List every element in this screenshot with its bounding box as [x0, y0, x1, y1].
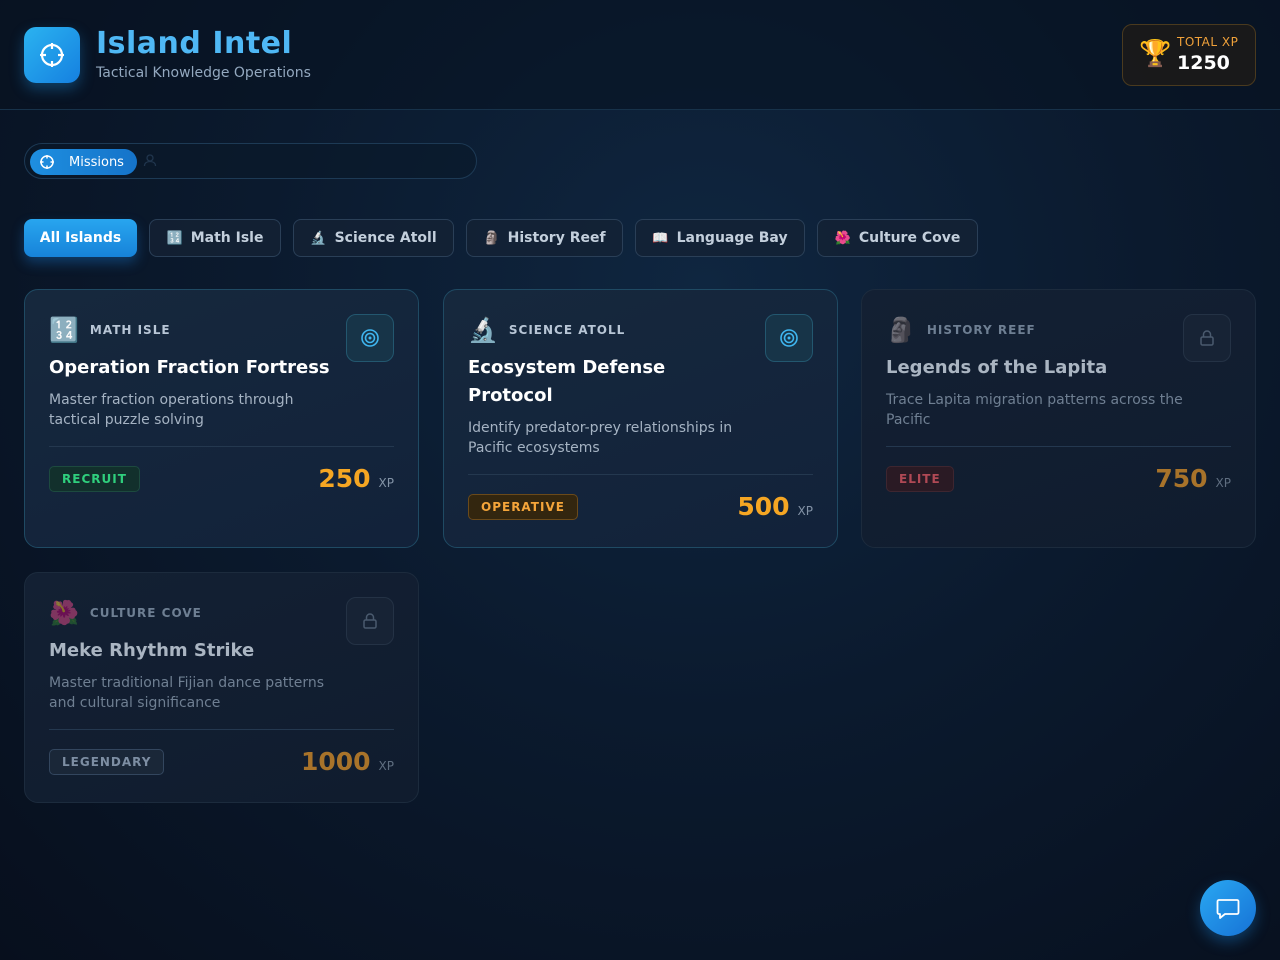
start-mission-button[interactable] [346, 314, 394, 362]
total-xp-value: 1250 [1177, 52, 1230, 74]
filter-history-reef[interactable]: 🗿 History Reef [466, 219, 623, 257]
mission-description: Trace Lapita migration patterns across t… [886, 392, 1183, 428]
divider [49, 729, 394, 730]
xp-unit: XP [378, 759, 394, 773]
tab-profile[interactable] [143, 149, 157, 175]
mission-title: Meke Rhythm Strike [49, 640, 255, 661]
filter-math-isle[interactable]: 🔢 Math Isle [149, 219, 281, 257]
mission-description: Master fraction operations through tacti… [49, 392, 294, 428]
hibiscus-icon: 🌺 [834, 230, 851, 246]
target-icon [780, 329, 798, 347]
crosshair-icon [39, 154, 55, 170]
lock-icon [1200, 330, 1214, 346]
mission-card[interactable]: 🔬 SCIENCE ATOLL Ecosystem Defense Protoc… [443, 289, 838, 548]
xp-unit: XP [797, 504, 813, 518]
xp-amount: 750 [1155, 464, 1208, 493]
trophy-icon: 🏆 [1139, 39, 1172, 69]
main-nav: Missions [24, 143, 477, 179]
mission-xp: 250 XP [318, 464, 394, 494]
filter-all-islands[interactable]: All Islands [24, 219, 137, 257]
divider [49, 446, 394, 447]
mission-category: 🔢 MATH ISLE [49, 316, 171, 344]
mission-category: 🔬 SCIENCE ATOLL [468, 316, 626, 344]
xp-unit: XP [378, 476, 394, 490]
app-header: Island Intel Tactical Knowledge Operatio… [0, 0, 1280, 110]
divider [468, 474, 813, 475]
app-title: Island Intel [96, 26, 293, 61]
xp-amount: 1000 [300, 747, 371, 776]
microscope-icon: 🔬 [310, 230, 327, 246]
tab-missions-label: Missions [69, 154, 124, 170]
divider [886, 446, 1231, 447]
mission-category: 🗿 HISTORY REEF [886, 316, 1036, 344]
filter-culture-cove[interactable]: 🌺 Culture Cove [817, 219, 978, 257]
mission-description: Identify predator-prey relationships in … [468, 420, 733, 456]
book-icon: 📖 [652, 230, 669, 246]
total-xp-label: TOTAL XP [1177, 35, 1239, 49]
xp-amount: 500 [737, 492, 790, 521]
mission-card: 🌺 CULTURE COVE Meke Rhythm Strike Master… [24, 572, 419, 803]
filter-label: History Reef [507, 230, 606, 246]
filter-label: All Islands [39, 230, 122, 246]
xp-unit: XP [1215, 476, 1231, 490]
mission-title: Operation Fraction Fortress [49, 357, 330, 378]
microscope-icon: 🔬 [468, 316, 499, 344]
rank-badge: ELITE [886, 466, 954, 492]
numbers-icon: 🔢 [166, 230, 183, 246]
moai-icon: 🗿 [483, 230, 500, 246]
filter-label: Culture Cove [858, 230, 961, 246]
lock-icon [363, 613, 377, 629]
hibiscus-icon: 🌺 [49, 599, 80, 627]
filter-label: Math Isle [190, 230, 264, 246]
xp-amount: 250 [318, 464, 371, 493]
moai-icon: 🗿 [886, 316, 917, 344]
mission-xp: 750 XP [1155, 464, 1231, 494]
mission-card[interactable]: 🔢 MATH ISLE Operation Fraction Fortress … [24, 289, 419, 548]
mission-title: Legends of the Lapita [886, 357, 1108, 378]
mission-xp: 500 XP [737, 492, 813, 522]
tab-missions[interactable]: Missions [30, 149, 137, 175]
locked-mission-button [346, 597, 394, 645]
app-logo[interactable] [24, 27, 80, 83]
rank-badge: LEGENDARY [49, 749, 165, 775]
filter-language-bay[interactable]: 📖 Language Bay [635, 219, 805, 257]
target-icon [361, 329, 379, 347]
filter-label: Science Atoll [334, 230, 437, 246]
crosshair-icon [40, 43, 64, 67]
total-xp-panel: 🏆 TOTAL XP 1250 [1122, 24, 1256, 86]
chat-icon [1216, 899, 1240, 919]
mission-xp: 1000 XP [301, 747, 394, 777]
mission-title: Ecosystem Defense Protocol [468, 357, 666, 406]
filter-science-atoll[interactable]: 🔬 Science Atoll [293, 219, 454, 257]
locked-mission-button [1183, 314, 1231, 362]
start-mission-button[interactable] [765, 314, 813, 362]
chat-button[interactable] [1200, 880, 1256, 936]
rank-badge: OPERATIVE [468, 494, 578, 520]
mission-category: 🌺 CULTURE COVE [49, 599, 202, 627]
user-icon [143, 153, 157, 171]
mission-description: Master traditional Fijian dance patterns… [49, 675, 325, 711]
mission-card: 🗿 HISTORY REEF Legends of the Lapita Tra… [861, 289, 1256, 548]
rank-badge: RECRUIT [49, 466, 140, 492]
numbers-icon: 🔢 [49, 316, 80, 344]
app-subtitle: Tactical Knowledge Operations [96, 65, 311, 81]
filter-label: Language Bay [676, 230, 788, 246]
